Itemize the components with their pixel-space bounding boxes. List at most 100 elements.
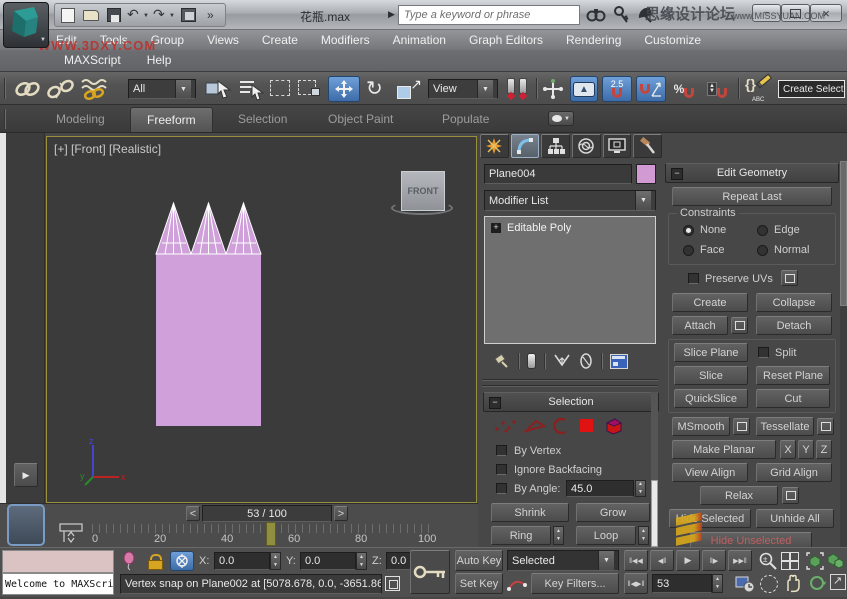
object-color-swatch[interactable] [636,164,656,184]
pan-view-button[interactable] [783,573,803,593]
key-mode-toggle-button[interactable]: ‖◀▶‖ [624,573,648,594]
title-flyout-icon[interactable]: ▶ [388,9,395,20]
menu-group[interactable]: Group [151,33,184,47]
maximize-viewport-button[interactable]: ↗ [830,574,846,590]
go-to-start-button[interactable]: ‖◀◀ [624,550,648,571]
select-object-icon[interactable] [204,77,234,101]
selection-collapse-icon[interactable]: − [489,397,501,409]
ribbon-minimize-button[interactable]: ▼ [548,111,574,126]
unlink-selection-icon[interactable] [47,79,75,99]
tab-freeform[interactable]: Freeform [130,107,213,132]
menu-create[interactable]: Create [262,33,298,47]
named-selection-set-field[interactable]: Create Selection [778,80,845,98]
selection-filter-dropdown[interactable]: All ▼ [128,79,196,99]
previous-frame-button[interactable]: ◀‖ [650,550,674,571]
x-spinner[interactable]: ▲▼ [270,552,281,570]
configure-modifier-sets-icon[interactable] [610,354,628,369]
tab-modeling[interactable]: Modeling [40,107,121,131]
constraint-none-radio[interactable] [683,225,694,236]
x-coordinate-field[interactable]: 0.0 [214,552,270,570]
tessellate-settings-button[interactable] [817,418,834,435]
by-vertex-checkbox[interactable] [496,445,507,456]
quickslice-button[interactable]: QuickSlice [674,389,748,408]
communication-key-icon[interactable] [612,5,630,25]
redo-button[interactable]: ↷ [153,6,165,23]
hide-selected-button[interactable]: Hide Selected [669,509,751,528]
planar-y-button[interactable]: Y [798,440,814,459]
collapse-button[interactable]: Collapse [756,293,832,312]
create-button[interactable]: Create [672,293,748,312]
y-coordinate-field[interactable]: 0.0 [300,552,356,570]
menu-tools[interactable]: Tools [100,33,128,47]
cut-button[interactable]: Cut [756,389,830,408]
play-button[interactable]: ▶ [676,550,700,571]
stack-item-editable-poly[interactable]: + Editable Poly [485,219,655,237]
zoom-extents-all-button[interactable] [827,551,845,571]
preserve-uvs-checkbox[interactable] [688,273,699,284]
slice-plane-button[interactable]: Slice Plane [674,343,748,362]
ignore-backfacing-checkbox[interactable] [496,464,507,475]
viewport-layout-button[interactable] [7,504,45,546]
grid-align-button[interactable]: Grid Align [756,463,832,482]
msmooth-button[interactable]: MSmooth [672,417,730,436]
timeline-ruler[interactable] [92,524,434,533]
key-mode-dropdown[interactable]: Selected ▼ [507,550,619,571]
ring-button[interactable]: Ring [491,526,551,545]
reference-coordinate-dropdown[interactable]: View ▼ [428,79,498,99]
selection-rollout-header[interactable]: − Selection [483,392,659,412]
frame-field-spinner[interactable]: ▲▼ [712,574,723,593]
field-of-view-button[interactable] [760,575,778,593]
select-and-manipulate-icon[interactable] [541,78,565,100]
constraint-none-label[interactable]: None [700,224,726,236]
tab-populate[interactable]: Populate [426,107,505,131]
reset-plane-button[interactable]: Reset Plane [756,366,830,385]
rectangular-selection-region-icon[interactable] [270,80,290,96]
key-mode-arrow-icon[interactable]: ▼ [598,551,614,570]
ring-spinner[interactable]: ▲▼ [553,526,564,545]
by-angle-checkbox[interactable] [496,483,507,494]
expand-panel-button[interactable]: ▶ [14,463,38,487]
set-keys-button[interactable] [410,550,450,594]
constraint-face-radio[interactable] [683,245,694,256]
make-planar-button[interactable]: Make Planar [672,440,776,459]
display-tab[interactable] [603,134,632,158]
utilities-tab[interactable] [633,134,662,158]
transform-typein-toggle[interactable] [170,551,194,571]
constraint-edge-label[interactable]: Edge [774,224,800,236]
menu-edit[interactable]: Edit [56,33,77,47]
selection-filter-arrow-icon[interactable]: ▼ [175,80,191,98]
menu-maxscript[interactable]: MAXScript [64,53,121,67]
listener-macro-pane[interactable] [2,550,114,573]
shrink-button[interactable]: Shrink [491,503,569,522]
tab-selection[interactable]: Selection [222,107,303,131]
show-end-result-icon[interactable] [527,353,536,369]
loop-spinner[interactable]: ▲▼ [638,526,649,545]
selection-scrollbar-thumb[interactable] [651,480,658,547]
select-and-link-icon[interactable] [13,79,41,99]
open-file-button[interactable] [83,10,99,21]
track-bar-toggle-icon[interactable] [58,522,86,546]
maximize-button[interactable] [781,4,810,22]
satellite-dish-icon[interactable] [636,5,656,25]
loop-button[interactable]: Loop [576,526,636,545]
unhide-all-button[interactable]: Unhide All [756,509,834,528]
favorites-star-icon[interactable]: ☆ [660,4,673,22]
relax-button[interactable]: Relax [700,486,778,505]
undo-button[interactable]: ↶ [127,6,139,23]
snaps-toggle-button[interactable]: 2.5 [602,76,632,102]
keyboard-override-toggle[interactable]: ▲ [570,76,598,102]
ribbon-grip[interactable] [4,109,5,129]
element-subobject-icon[interactable] [604,417,624,435]
menu-customize[interactable]: Customize [644,33,701,47]
time-slider-next-button[interactable]: > [334,506,348,521]
go-to-end-button[interactable]: ▶▶‖ [728,550,752,571]
select-by-name-icon[interactable] [238,77,266,101]
key-filters-button[interactable]: Key Filters... [531,573,619,594]
msmooth-settings-button[interactable] [733,418,750,435]
default-tangent-button[interactable] [507,575,527,593]
prompt-object-icon[interactable] [385,576,400,591]
constraint-normal-label[interactable]: Normal [774,244,809,256]
hierarchy-tab[interactable] [541,134,570,158]
remove-modifier-icon[interactable] [579,353,593,369]
grow-button[interactable]: Grow [576,503,650,522]
